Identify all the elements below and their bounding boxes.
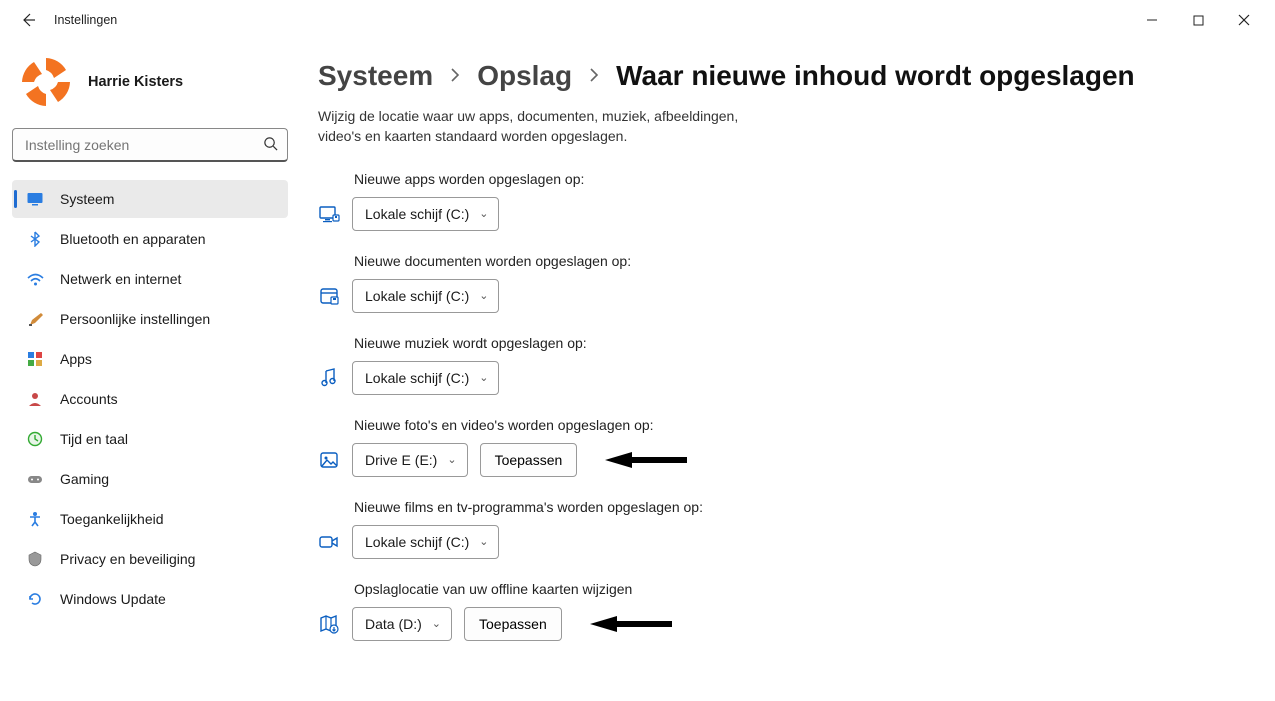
nav-label: Persoonlijke instellingen	[60, 311, 210, 327]
nav-label: Gaming	[60, 471, 109, 487]
maximize-button[interactable]	[1175, 4, 1221, 36]
dropdown-value: Lokale schijf (C:)	[365, 288, 469, 304]
chevron-down-icon: ⌄	[479, 535, 488, 548]
setting-label: Nieuwe films en tv-programma's worden op…	[354, 499, 1235, 515]
breadcrumb-storage[interactable]: Opslag	[477, 60, 572, 92]
nav-label: Accounts	[60, 391, 118, 407]
back-button[interactable]	[18, 10, 38, 30]
nav-item-gaming[interactable]: Gaming	[12, 460, 288, 498]
music-location-dropdown[interactable]: Lokale schijf (C:) ⌄	[352, 361, 499, 395]
update-icon	[26, 590, 44, 608]
arrow-annotation-icon	[597, 449, 697, 471]
documents-location-dropdown[interactable]: Lokale schijf (C:) ⌄	[352, 279, 499, 313]
bluetooth-icon	[26, 230, 44, 248]
nav-item-bluetooth[interactable]: Bluetooth en apparaten	[12, 220, 288, 258]
chevron-down-icon: ⌄	[479, 289, 488, 302]
nav-item-update[interactable]: Windows Update	[12, 580, 288, 618]
nav-label: Apps	[60, 351, 92, 367]
nav-label: Privacy en beveiliging	[60, 551, 195, 567]
dropdown-value: Drive E (E:)	[365, 452, 437, 468]
chevron-right-icon	[588, 65, 600, 88]
setting-label: Nieuwe muziek wordt opgeslagen op:	[354, 335, 1235, 351]
search-box	[12, 128, 288, 162]
shield-icon	[26, 550, 44, 568]
setting-films: Nieuwe films en tv-programma's worden op…	[318, 499, 1235, 559]
setting-music: Nieuwe muziek wordt opgeslagen op: Lokal…	[318, 335, 1235, 395]
nav-label: Bluetooth en apparaten	[60, 231, 206, 247]
maps-location-dropdown[interactable]: Data (D:) ⌄	[352, 607, 452, 641]
photos-location-dropdown[interactable]: Drive E (E:) ⌄	[352, 443, 468, 477]
chevron-down-icon: ⌄	[479, 207, 488, 220]
gamepad-icon	[26, 470, 44, 488]
setting-documents: Nieuwe documenten worden opgeslagen op: …	[318, 253, 1235, 313]
dropdown-value: Lokale schijf (C:)	[365, 370, 469, 386]
documents-icon	[318, 285, 340, 307]
person-icon	[26, 390, 44, 408]
apps-save-icon	[318, 203, 340, 225]
titlebar: Instellingen	[0, 0, 1275, 40]
avatar	[18, 54, 74, 110]
nav-item-accessibility[interactable]: Toegankelijkheid	[12, 500, 288, 538]
page-title: Waar nieuwe inhoud wordt opgeslagen	[616, 60, 1135, 92]
setting-maps: Opslaglocatie van uw offline kaarten wij…	[318, 581, 1235, 641]
wifi-icon	[26, 270, 44, 288]
profile-name: Harrie Kisters	[88, 74, 183, 90]
breadcrumb-system[interactable]: Systeem	[318, 60, 433, 92]
photo-icon	[318, 449, 340, 471]
profile[interactable]: Harrie Kisters	[12, 54, 288, 110]
map-icon	[318, 613, 340, 635]
nav-item-accounts[interactable]: Accounts	[12, 380, 288, 418]
apps-icon	[26, 350, 44, 368]
chevron-down-icon: ⌄	[447, 453, 456, 466]
nav-list: Systeem Bluetooth en apparaten Netwerk e…	[12, 180, 288, 618]
dropdown-value: Data (D:)	[365, 616, 422, 632]
system-icon	[26, 190, 44, 208]
search-icon	[263, 136, 278, 154]
setting-apps: Nieuwe apps worden opgeslagen op: Lokale…	[318, 171, 1235, 231]
accessibility-icon	[26, 510, 44, 528]
clock-icon	[26, 430, 44, 448]
nav-item-apps[interactable]: Apps	[12, 340, 288, 378]
window-title: Instellingen	[54, 13, 117, 27]
films-location-dropdown[interactable]: Lokale schijf (C:) ⌄	[352, 525, 499, 559]
setting-photos: Nieuwe foto's en video's worden opgeslag…	[318, 417, 1235, 477]
chevron-down-icon: ⌄	[479, 371, 488, 384]
minimize-button[interactable]	[1129, 4, 1175, 36]
brush-icon	[26, 310, 44, 328]
chevron-right-icon	[449, 65, 461, 88]
chevron-down-icon: ⌄	[432, 617, 441, 630]
setting-label: Opslaglocatie van uw offline kaarten wij…	[354, 581, 1235, 597]
nav-label: Toegankelijkheid	[60, 511, 164, 527]
main-content: Systeem Opslag Waar nieuwe inhoud wordt …	[300, 40, 1275, 701]
video-icon	[318, 531, 340, 553]
nav-item-network[interactable]: Netwerk en internet	[12, 260, 288, 298]
nav-label: Systeem	[60, 191, 114, 207]
breadcrumb: Systeem Opslag Waar nieuwe inhoud wordt …	[318, 60, 1235, 92]
apps-location-dropdown[interactable]: Lokale schijf (C:) ⌄	[352, 197, 499, 231]
nav-item-privacy[interactable]: Privacy en beveiliging	[12, 540, 288, 578]
arrow-annotation-icon	[582, 613, 682, 635]
nav-item-time-language[interactable]: Tijd en taal	[12, 420, 288, 458]
nav-item-personalization[interactable]: Persoonlijke instellingen	[12, 300, 288, 338]
page-description: Wijzig de locatie waar uw apps, document…	[318, 106, 748, 147]
setting-label: Nieuwe apps worden opgeslagen op:	[354, 171, 1235, 187]
nav-label: Tijd en taal	[60, 431, 128, 447]
photos-apply-button[interactable]: Toepassen	[480, 443, 578, 477]
nav-label: Netwerk en internet	[60, 271, 181, 287]
search-input[interactable]	[12, 128, 288, 162]
setting-label: Nieuwe foto's en video's worden opgeslag…	[354, 417, 1235, 433]
sidebar: Harrie Kisters Systeem Bluetooth en appa…	[0, 40, 300, 701]
music-icon	[318, 367, 340, 389]
nav-label: Windows Update	[60, 591, 166, 607]
maps-apply-button[interactable]: Toepassen	[464, 607, 562, 641]
nav-item-system[interactable]: Systeem	[12, 180, 288, 218]
dropdown-value: Lokale schijf (C:)	[365, 206, 469, 222]
dropdown-value: Lokale schijf (C:)	[365, 534, 469, 550]
close-button[interactable]	[1221, 4, 1267, 36]
setting-label: Nieuwe documenten worden opgeslagen op:	[354, 253, 1235, 269]
